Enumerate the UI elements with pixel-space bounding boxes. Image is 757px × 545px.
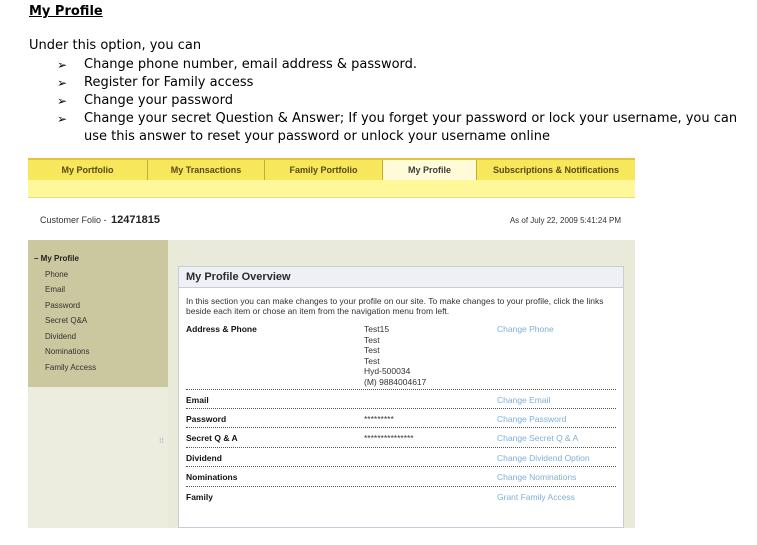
sidebar: – My Profile Phone Email Password Secret… — [28, 240, 168, 528]
tab-subscriptions-notifications[interactable]: Subscriptions & Notifications — [477, 160, 635, 180]
row-label: Address & Phone — [186, 324, 257, 334]
document-intro: Under this option, you can — [29, 38, 202, 53]
list-item-text: Change phone number, email address & pas… — [84, 57, 418, 72]
sidebar-item-password[interactable]: Password — [45, 301, 80, 310]
panel-title: My Profile Overview — [186, 271, 291, 283]
sidebar-item-family-access[interactable]: Family Access — [45, 363, 96, 372]
arrow-right-icon: ➢ — [57, 58, 68, 72]
change-dividend-option-link[interactable]: Change Dividend Option — [497, 453, 590, 463]
address-line: Test — [364, 334, 380, 345]
change-secret-qa-link[interactable]: Change Secret Q & A — [497, 433, 578, 443]
row-label: Email — [186, 395, 209, 405]
sidebar-item-nominations[interactable]: Nominations — [45, 347, 89, 356]
row-divider — [186, 389, 616, 390]
feature-list: ➢ Change phone number, email address & pa… — [57, 56, 752, 146]
list-item-text: Change your secret Question & Answer; If… — [84, 111, 738, 144]
resize-grip-icon[interactable]: ⁞⁞ — [159, 436, 164, 445]
customer-folio: Customer Folio - 12471815 — [40, 214, 160, 226]
row-divider — [186, 408, 616, 409]
list-item-text: Change your password — [84, 93, 233, 108]
row-label: Password — [186, 414, 227, 424]
row-label: Family — [186, 492, 213, 502]
address-line: Test — [364, 345, 380, 355]
grant-family-access-link[interactable]: Grant Family Access — [497, 492, 575, 502]
profile-screenshot: My Portfolio My Transactions Family Port… — [28, 158, 635, 528]
list-item-text: Register for Family access — [84, 75, 254, 90]
change-nominations-link[interactable]: Change Nominations — [497, 472, 576, 482]
arrow-right-icon: ➢ — [57, 94, 68, 108]
sub-nav-bar — [28, 180, 635, 198]
panel-intro-text: In this section you can make changes to … — [186, 296, 604, 316]
sidebar-item-email[interactable]: Email — [45, 285, 65, 294]
password-mask: ********* — [364, 414, 394, 424]
change-email-link[interactable]: Change Email — [497, 395, 550, 405]
tab-my-portfolio[interactable]: My Portfolio — [28, 160, 148, 180]
list-item: ➢ Change phone number, email address & pa… — [57, 56, 752, 74]
arrow-right-icon: ➢ — [57, 112, 68, 126]
sidebar-heading-my-profile[interactable]: – My Profile — [34, 254, 79, 263]
as-of-timestamp: As of July 22, 2009 5:41:24 PM — [509, 216, 621, 225]
sidebar-item-phone[interactable]: Phone — [45, 270, 68, 279]
row-divider — [186, 486, 616, 487]
address-line: Test15 — [364, 324, 390, 334]
row-label: Nominations — [186, 472, 238, 482]
row-divider — [186, 427, 616, 428]
arrow-right-icon: ➢ — [57, 76, 68, 90]
change-phone-link[interactable]: Change Phone — [497, 324, 554, 334]
address-lines: Test15 Test Test Test Hyd-500034 (M) 988… — [364, 324, 426, 387]
profile-overview-panel: My Profile Overview In this section you … — [178, 266, 624, 528]
change-password-link[interactable]: Change Password — [497, 414, 566, 424]
sidebar-item-secret-qa[interactable]: Secret Q&A — [45, 316, 87, 325]
tab-my-profile[interactable]: My Profile — [383, 160, 477, 180]
sidebar-item-dividend[interactable]: Dividend — [45, 332, 76, 341]
address-line: (M) 9884004617 — [364, 376, 427, 387]
folio-number: 12471815 — [111, 214, 160, 226]
row-label: Dividend — [186, 453, 222, 463]
list-item: ➢ Change your secret Question & Answer; I… — [57, 110, 752, 146]
row-label: Secret Q & A — [186, 433, 238, 443]
tab-my-transactions[interactable]: My Transactions — [148, 160, 265, 180]
folio-label: Customer Folio - — [40, 215, 107, 225]
list-item: ➢ Register for Family access — [57, 74, 752, 92]
document-title: My Profile — [29, 4, 103, 19]
row-divider — [186, 447, 616, 448]
panel-header: My Profile Overview — [179, 267, 623, 288]
address-line: Test — [364, 355, 380, 366]
tab-family-portfolio[interactable]: Family Portfolio — [265, 160, 383, 180]
row-divider — [186, 466, 616, 467]
secret-answer-mask: *************** — [364, 433, 414, 443]
list-item: ➢ Change your password — [57, 92, 752, 110]
main-nav: My Portfolio My Transactions Family Port… — [28, 158, 635, 180]
sidebar-menu: – My Profile Phone Email Password Secret… — [28, 240, 168, 387]
address-line: Hyd-500034 — [364, 366, 411, 376]
